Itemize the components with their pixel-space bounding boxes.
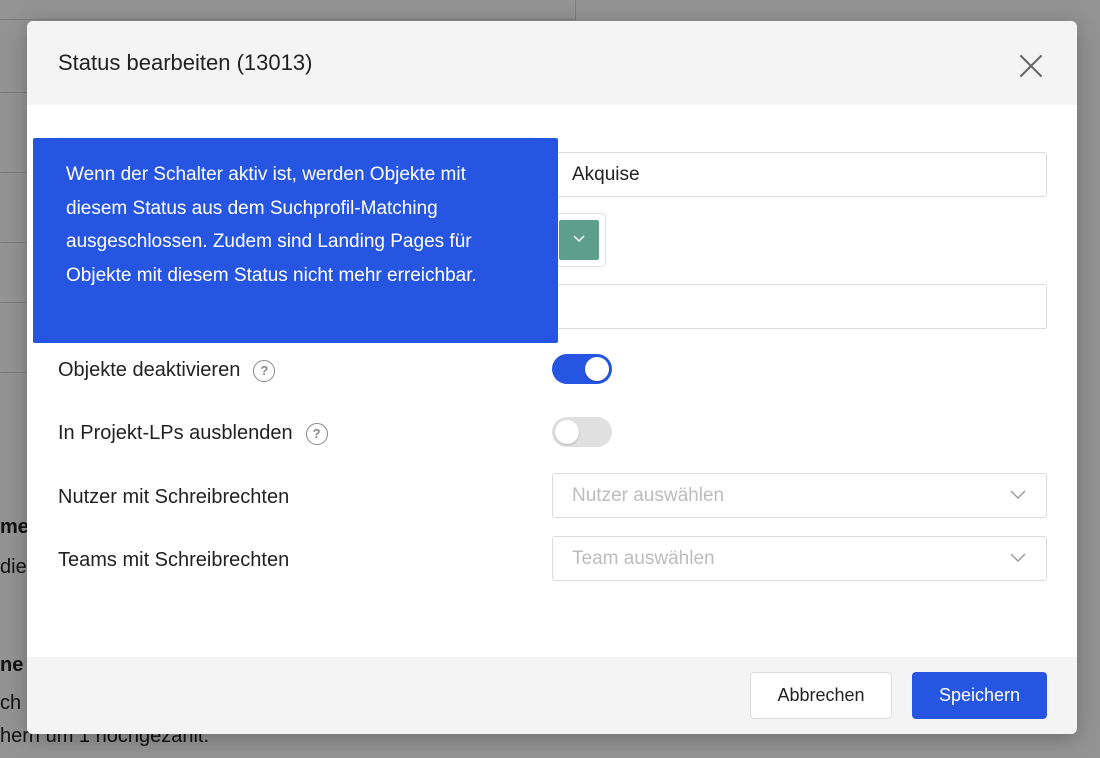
edit-status-dialog: Status bearbeiten (13013) Akquise Objekt… — [27, 21, 1077, 734]
background-divider — [0, 172, 30, 173]
toggle-knob — [555, 420, 579, 444]
cancel-button[interactable]: Abbrechen — [750, 672, 892, 719]
name-input[interactable]: Akquise — [552, 152, 1047, 197]
chevron-down-icon — [573, 235, 585, 243]
chevron-down-icon — [1010, 553, 1026, 562]
background-divider — [0, 302, 30, 303]
hide-in-project-lps-toggle[interactable] — [552, 417, 612, 447]
background-box — [0, 0, 576, 20]
teams-select[interactable]: Team auswählen — [552, 536, 1047, 581]
background-divider — [0, 92, 30, 93]
help-icon[interactable]: ? — [305, 422, 328, 445]
dialog-title: Status bearbeiten (13013) — [58, 50, 313, 75]
background-heading: me — [0, 516, 29, 538]
hide-in-project-lps-label: In Projekt-LPs ausblenden ? — [58, 422, 328, 445]
dialog-header: Status bearbeiten (13013) — [27, 21, 1077, 105]
text-input-empty[interactable] — [552, 284, 1047, 329]
users-select[interactable]: Nutzer auswählen — [552, 473, 1047, 518]
teams-write-rights-label: Teams mit Schreibrechten — [58, 549, 290, 571]
background-divider — [0, 242, 30, 243]
deactivate-objects-toggle[interactable] — [552, 354, 612, 384]
toggle-knob — [585, 357, 609, 381]
help-icon[interactable]: ? — [253, 359, 276, 382]
background-text: die — [0, 556, 27, 578]
close-icon[interactable] — [1017, 52, 1045, 80]
chevron-down-icon — [1010, 490, 1026, 499]
color-picker[interactable] — [552, 213, 606, 267]
background-heading: ne — [0, 654, 24, 676]
dialog-footer: Abbrechen Speichern — [27, 657, 1077, 734]
color-swatch — [559, 220, 599, 260]
deactivate-objects-label: Objekte deaktivieren ? — [58, 359, 276, 382]
background-divider — [0, 372, 30, 373]
users-write-rights-label: Nutzer mit Schreibrechten — [58, 486, 290, 508]
users-select-placeholder: Nutzer auswählen — [572, 484, 725, 506]
teams-select-placeholder: Team auswählen — [572, 547, 715, 569]
hide-in-project-lps-text: In Projekt-LPs ausblenden — [58, 422, 293, 444]
deactivate-objects-text: Objekte deaktivieren — [58, 359, 241, 381]
save-button[interactable]: Speichern — [912, 672, 1047, 719]
help-tooltip: Wenn der Schalter aktiv ist, werden Obje… — [33, 138, 558, 343]
